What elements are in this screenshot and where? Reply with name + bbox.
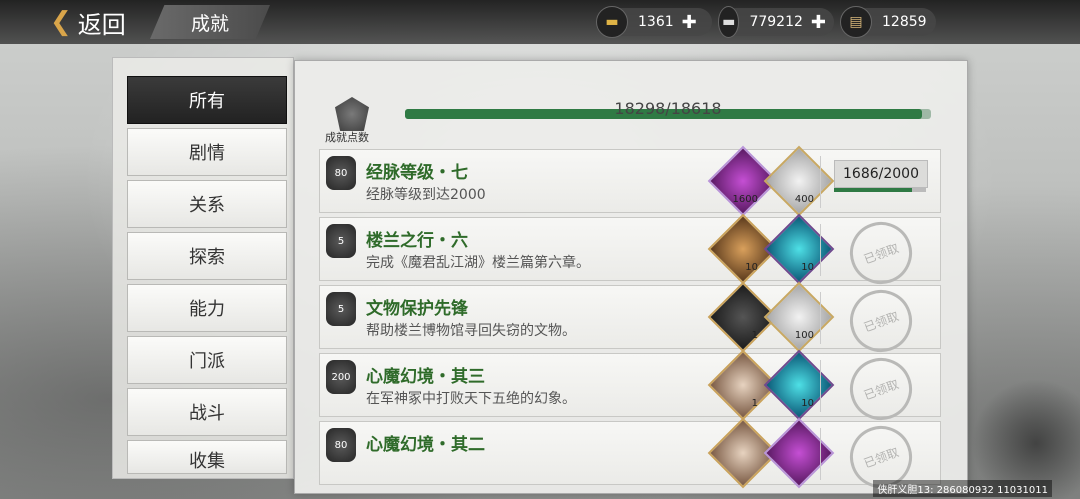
achievement-progress-fill [834,188,912,192]
silver-ingot-icon: ▬ [718,6,740,38]
chevron-left-icon: ❮ [50,7,72,37]
achievement-row[interactable]: 200 心魔幻境・其三 在军神冢中打败天下五绝的幻象。 1 10 已领取 [319,349,941,429]
level-badge: 80 [326,156,356,190]
level-badge: 200 [326,360,356,394]
footer-player-id: 侠肝义胆13: 286080932 11031011 [873,480,1052,497]
currency-silver: ▬ 779212 ✚ [718,6,834,38]
level-badge: 5 [326,292,356,326]
silver-ingot-icon[interactable] [763,145,835,217]
achievement-badge-icon [335,97,369,131]
sword-silhouette [970,360,1080,499]
claimed-stamp: 已领取 [841,281,921,361]
level-badge: 5 [326,224,356,258]
teal-orb-icon[interactable] [763,349,835,421]
reward-qty: 100 [794,330,814,341]
reward-qty: 10 [745,262,758,273]
currency-gold-value: 1361 [638,14,674,30]
reward-qty: 10 [801,398,814,409]
achievement-title: 经脉等级・七 [366,163,468,183]
achievement-row[interactable]: 80 心魔幻境・其二 已领取 [319,417,941,493]
achievement-row[interactable]: 5 楼兰之行・六 完成《魔君乱江湖》楼兰篇第六章。 10 10 已领取 [319,213,941,293]
category-menu: 所有 剧情 关系 探索 能力 门派 战斗 收集 [112,57,294,479]
claimed-stamp: 已领取 [841,349,921,429]
achievement-row[interactable]: 5 文物保护先锋 帮助楼兰博物馆寻回失窃的文物。 1 100 已领取 [319,281,941,361]
achievement-title: 文物保护先锋 [366,299,468,319]
back-label: 返回 [77,10,126,39]
teal-orb-icon[interactable] [763,213,835,285]
achievement-title: 心魔幻境・其三 [366,367,485,387]
reward-qty: 400 [794,194,814,205]
menu-item-sect[interactable]: 门派 [127,336,287,384]
achievement-desc: 在军神冢中打败天下五绝的幻象。 [366,391,576,407]
menu-item-all[interactable]: 所有 [127,76,287,124]
currency-silver-value: 779212 [749,14,803,30]
menu-item-relations[interactable]: 关系 [127,180,287,228]
row-divider [820,224,821,276]
achievement-points-label: 成就点数 [325,131,369,144]
row-divider [820,156,821,208]
menu-item-collect[interactable]: 收集 [127,440,287,474]
page-title: 成就 [150,5,270,39]
achievement-title: 楼兰之行・六 [366,231,468,251]
reward-qty: 1 [751,398,758,409]
row-divider [820,292,821,344]
add-gold-button[interactable]: ✚ [682,12,697,33]
reward-qty: 10 [801,262,814,273]
menu-item-story[interactable]: 剧情 [127,128,287,176]
achievement-desc: 完成《魔君乱江湖》楼兰篇第六章。 [366,255,590,271]
back-button[interactable]: ❮ 返回 [50,6,126,39]
gold-ingot-icon: ▬ [596,6,628,38]
achievement-title: 心魔幻境・其二 [366,435,485,455]
top-bar: ❮ 返回 成就 ▬ 1361 ✚ ▬ 779212 ✚ ▤ 12859 [0,0,1080,44]
level-badge: 80 [326,428,356,462]
achievement-desc: 经脉等级到达2000 [366,187,486,203]
silver-ingot-icon[interactable] [763,281,835,353]
reward-qty: 1 [751,330,758,341]
reward-qty: 1600 [732,194,758,205]
achievement-progress-text: 1686/2000 [834,160,928,188]
add-silver-button[interactable]: ✚ [811,12,826,33]
menu-item-battle[interactable]: 战斗 [127,388,287,436]
achievement-row[interactable]: 80 经脉等级・七 经脉等级到达2000 1600 400 1686/2000 [319,145,941,217]
achievement-desc: 帮助楼兰博物馆寻回失窃的文物。 [366,323,576,339]
menu-item-ability[interactable]: 能力 [127,284,287,332]
achievement-panel: 成就点数 18298/18618 80 经脉等级・七 经脉等级到达2000 16… [294,60,968,494]
achievement-points-text: 18298/18618 [614,99,722,118]
purple-orb-icon[interactable] [763,417,835,489]
claimed-stamp: 已领取 [841,213,921,293]
row-divider [820,360,821,412]
menu-item-explore[interactable]: 探索 [127,232,287,280]
currency-scroll-value: 12859 [882,14,927,30]
currency-gold: ▬ 1361 ✚ [596,6,712,38]
achievement-progress-bar [834,188,926,192]
row-divider [820,428,821,480]
achievement-points-header: 成就点数 18298/18618 [319,87,949,147]
scroll-icon: ▤ [840,6,872,38]
currency-scroll: ▤ 12859 [840,6,936,38]
